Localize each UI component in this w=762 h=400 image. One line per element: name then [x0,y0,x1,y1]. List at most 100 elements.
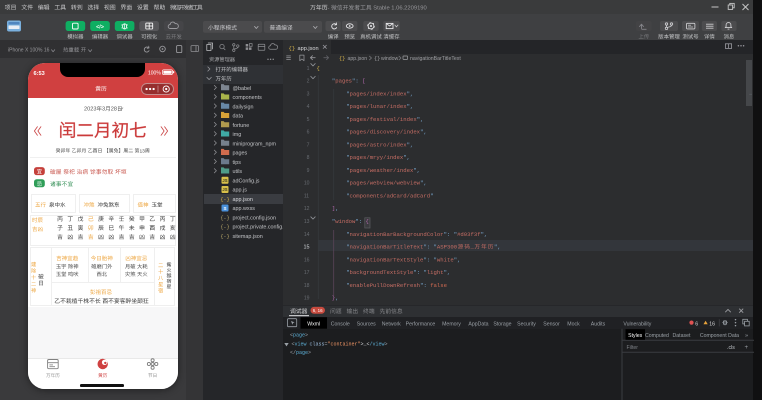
svg-text:app.json: app.json [298,46,319,52]
svg-text:project.config.json: project.config.json [233,215,276,221]
svg-text:Audits: Audits [591,321,606,327]
svg-text:[: [ [362,78,365,85]
svg-text:class: class [307,341,325,347]
svg-text:Storage: Storage [493,321,511,327]
svg-text:Dataset: Dataset [673,333,691,339]
svg-text:project.private.config.js…: project.private.config.js… [233,225,294,231]
svg-text:page: page [293,333,305,339]
svg-text:false: false [430,282,447,289]
svg-text:12: 12 [304,206,310,212]
svg-text:16: 16 [304,257,310,263]
svg-text:pages/weather/index: pages/weather/index [350,167,414,174]
svg-text:img: img [233,132,242,138]
svg-text:page: page [296,350,308,356]
svg-text:14: 14 [304,232,310,238]
svg-text:utils: utils [233,169,243,175]
svg-text:15: 15 [303,245,309,251]
svg-text::: : [355,78,362,85]
svg-text:6: 6 [307,130,310,136]
svg-text:sitemap.json: sitemap.json [233,234,263,240]
svg-text:4: 4 [307,104,310,110]
svg-text:{}: {} [339,56,345,62]
svg-text:dailysign: dailysign [233,104,254,110]
svg-text:tips: tips [233,160,242,166]
svg-text:»: » [745,333,748,339]
svg-text:Mock: Mock [567,321,580,327]
svg-text:light: light [427,269,444,276]
svg-text:-: - [328,6,332,12]
svg-text:Security: Security [517,321,536,327]
svg-text:Vulnerability: Vulnerability [623,321,651,327]
svg-text:,: , [457,256,460,263]
svg-text:{: { [366,218,369,225]
svg-text:app.wxss: app.wxss [233,206,256,212]
svg-text:view: view [295,341,307,347]
svg-text:2: 2 [307,79,310,85]
svg-text:iPhone X 100% 16: iPhone X 100% 16 [8,48,50,54]
svg-text:5: 5 [307,117,310,123]
svg-text:app.json: app.json [233,197,253,203]
svg-text:Component Data: Component Data [700,333,739,339]
svg-text:,: , [410,103,413,110]
svg-text:Console: Console [331,321,350,327]
svg-text:#d03f3f: #d03f3f [457,231,481,238]
svg-text:{-}: {-} [220,215,229,221]
svg-text:Filter: Filter [627,345,639,351]
svg-text::: : [359,218,366,225]
svg-text:Styles: Styles [628,333,643,339]
svg-text:,: , [417,167,420,174]
svg-text:,: , [410,90,413,97]
svg-text:@babel: @babel [233,86,252,92]
svg-text:{}: {} [374,56,380,62]
svg-text:{-}: {-} [220,225,229,231]
svg-text:,: , [410,141,413,148]
svg-text:app.json: app.json [348,56,368,62]
svg-text:enablePullDownRefresh: enablePullDownRefresh [350,282,421,289]
svg-text:adConfig.js: adConfig.js [233,178,260,184]
svg-text:28: 28 [111,107,117,113]
svg-text:6, 16: 6, 16 [313,308,323,313]
svg-text:JS: JS [222,178,227,183]
svg-text:Computed: Computed [645,333,669,339]
svg-text:8: 8 [307,155,310,161]
svg-text:pages: pages [233,151,248,157]
svg-text:ASP300: ASP300 [437,244,458,251]
svg-text:13: 13 [139,148,145,154]
svg-text:window: window [335,218,356,225]
svg-text:pages/astro/index: pages/astro/index [350,141,408,148]
svg-text:app.js: app.js [233,188,248,194]
svg-text:pages/index/index: pages/index/index [350,90,408,97]
svg-text:11: 11 [304,193,309,199]
svg-text:_: _ [470,244,475,251]
svg-text:1: 1 [307,66,310,72]
svg-text:,: , [423,180,426,187]
svg-text:data: data [233,114,244,120]
svg-text:": " [430,192,433,199]
svg-text:+: + [745,344,749,351]
svg-text:7: 7 [307,142,310,148]
svg-text:>: > [308,350,311,356]
svg-text:18: 18 [304,283,310,289]
svg-text:fortune: fortune [233,123,250,129]
svg-text:pages/festival/index: pages/festival/index [350,116,418,123]
svg-text:,: , [423,129,426,136]
svg-text:S: S [223,206,226,211]
svg-text:Stable 1.06.2209190: Stable 1.06.2209190 [372,6,427,12]
svg-text:>: > [305,333,308,339]
svg-text:,: , [420,116,423,123]
svg-text:6:53: 6:53 [34,71,45,77]
svg-text:{-}: {-} [220,234,229,240]
svg-text:,: , [335,295,338,302]
svg-text:{}: {} [289,45,296,52]
svg-text:miniprogram_npm: miniprogram_npm [233,141,277,147]
svg-text:window: window [381,56,399,62]
svg-text:pages/lunar/index: pages/lunar/index [350,103,408,110]
svg-text:pages/discovery/index: pages/discovery/index [350,129,421,136]
svg-text:components/adCard/adCard: components/adCard/adCard [350,192,431,199]
svg-text:navigationBarTitleText: navigationBarTitleText [410,56,461,62]
svg-text:{: { [317,65,320,72]
svg-text:9: 9 [307,168,310,174]
svg-text:{-}: {-} [220,197,229,203]
svg-text:>: > [385,341,388,347]
svg-text:3: 3 [307,91,310,97]
